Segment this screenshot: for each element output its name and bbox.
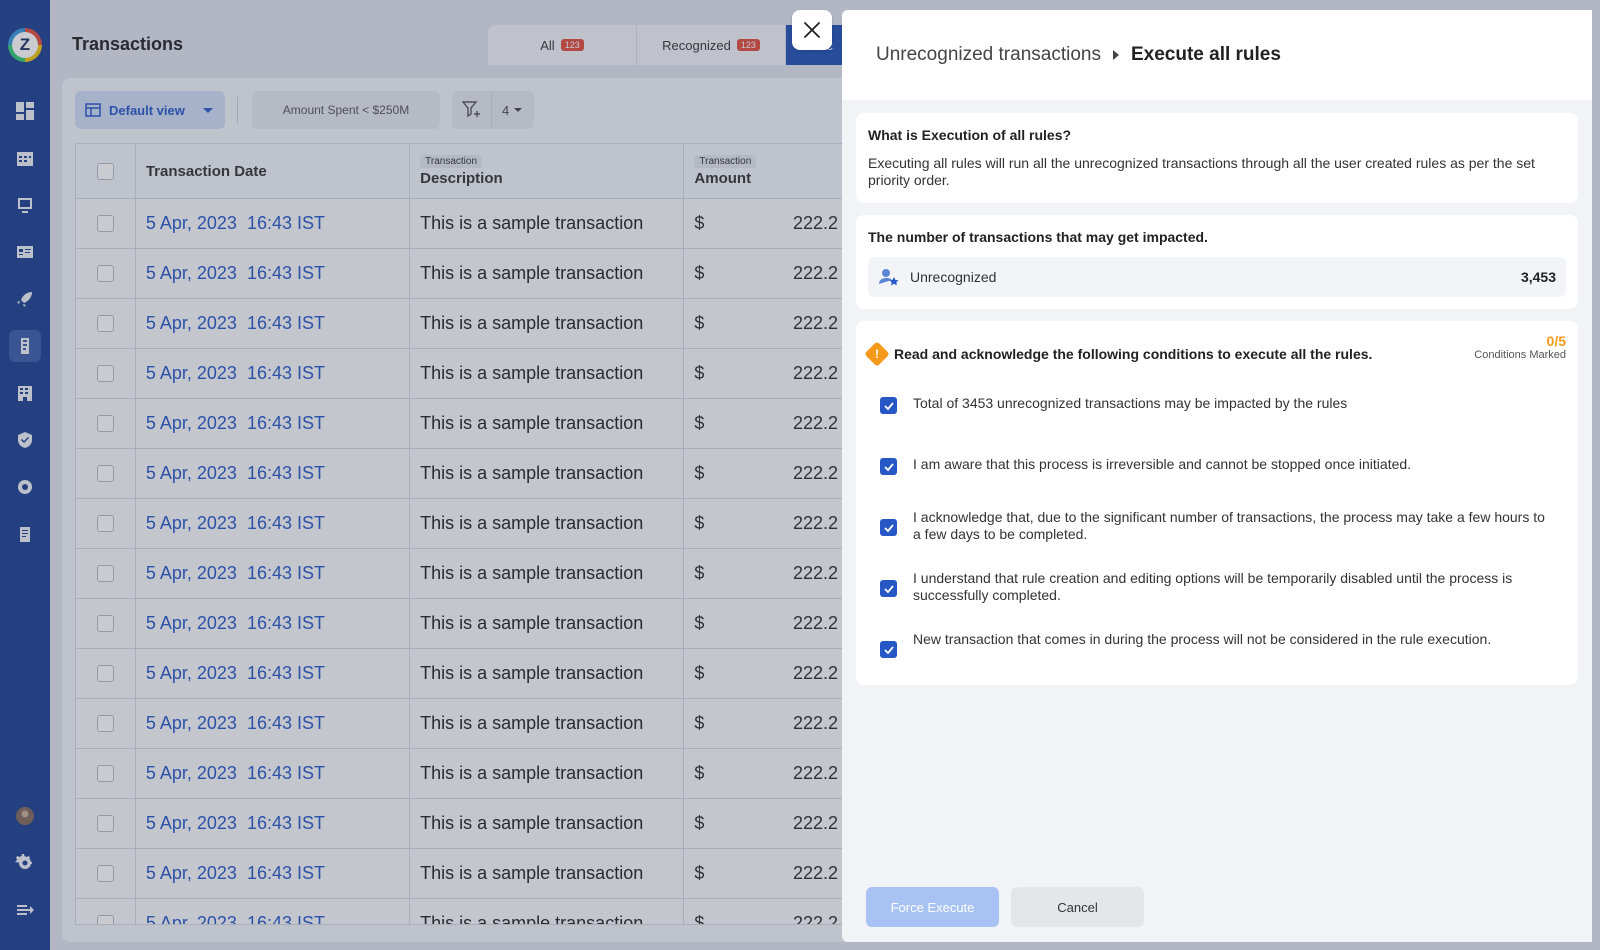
- condition-item[interactable]: Total of 3453 unrecognized transactions …: [880, 395, 1548, 414]
- condition-checkbox[interactable]: [880, 458, 897, 475]
- condition-checkbox[interactable]: [880, 641, 897, 658]
- user-star-icon: [879, 269, 899, 286]
- info-body: Executing all rules will run all the unr…: [868, 155, 1535, 188]
- breadcrumb-parent[interactable]: Unrecognized transactions: [876, 44, 1101, 66]
- impact-title: The number of transactions that may get …: [868, 229, 1208, 245]
- condition-text: New transaction that comes in during the…: [913, 631, 1492, 647]
- caret-right-icon: [1112, 50, 1119, 60]
- condition-text: I understand that rule creation and edit…: [913, 570, 1513, 603]
- condition-text: I am aware that this process is irrevers…: [913, 456, 1412, 472]
- condition-text: Total of 3453 unrecognized transactions …: [913, 395, 1348, 411]
- warning-icon: !: [864, 341, 890, 367]
- conditions-header: ! Read and acknowledge the following con…: [864, 333, 1566, 369]
- condition-checkbox[interactable]: [880, 580, 897, 597]
- impact-count: 3,453: [1520, 269, 1556, 285]
- conditions-count: 0/5: [1546, 333, 1566, 349]
- execute-rules-panel: Unrecognized transactions Execute all ru…: [842, 10, 1592, 942]
- condition-item[interactable]: I acknowledge that, due to the significa…: [880, 509, 1548, 543]
- condition-text: I acknowledge that, due to the significa…: [913, 509, 1545, 542]
- condition-item[interactable]: I understand that rule creation and edit…: [880, 570, 1548, 604]
- conditions-counter: 0/5 Conditions Marked: [1474, 333, 1566, 361]
- info-card: What is Execution of all rules? Executin…: [856, 113, 1578, 203]
- impact-row: Unrecognized 3,453: [868, 257, 1566, 297]
- condition-checkbox[interactable]: [880, 397, 897, 414]
- breadcrumb: Unrecognized transactions Execute all ru…: [842, 10, 1592, 100]
- conditions-count-label: Conditions Marked: [1474, 349, 1566, 361]
- close-button[interactable]: [792, 10, 832, 50]
- impact-label: Unrecognized: [910, 269, 997, 285]
- cancel-button[interactable]: Cancel: [1011, 887, 1144, 927]
- condition-item[interactable]: I am aware that this process is irrevers…: [880, 456, 1548, 475]
- impact-card: The number of transactions that may get …: [856, 215, 1578, 309]
- close-icon: [804, 22, 820, 38]
- panel-footer: Force Execute Cancel: [842, 872, 1592, 942]
- condition-item[interactable]: New transaction that comes in during the…: [880, 631, 1548, 658]
- info-title: What is Execution of all rules?: [868, 127, 1072, 143]
- condition-checkbox[interactable]: [880, 519, 897, 536]
- conditions-card: ! Read and acknowledge the following con…: [856, 321, 1578, 685]
- breadcrumb-current: Execute all rules: [1130, 44, 1281, 65]
- force-execute-button[interactable]: Force Execute: [866, 887, 999, 927]
- conditions-title: Read and acknowledge the following condi…: [894, 346, 1373, 362]
